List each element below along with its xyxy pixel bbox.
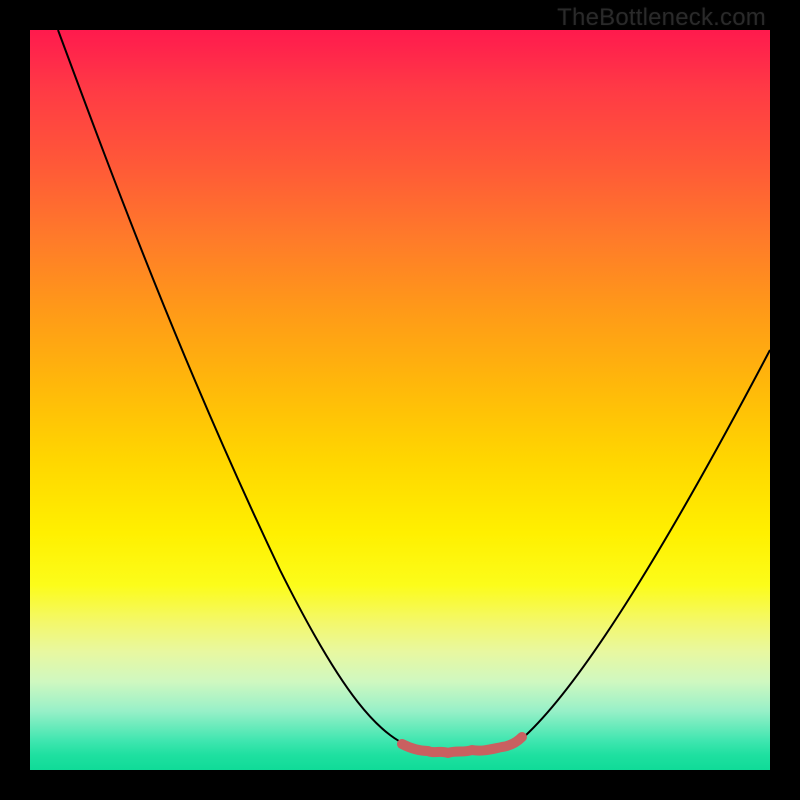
sweet-spot-path [402,737,522,753]
chart-frame: TheBottleneck.com [0,0,800,800]
watermark-text: TheBottleneck.com [557,4,766,32]
sweet-spot-marker [30,30,770,770]
plot-area [30,30,770,770]
